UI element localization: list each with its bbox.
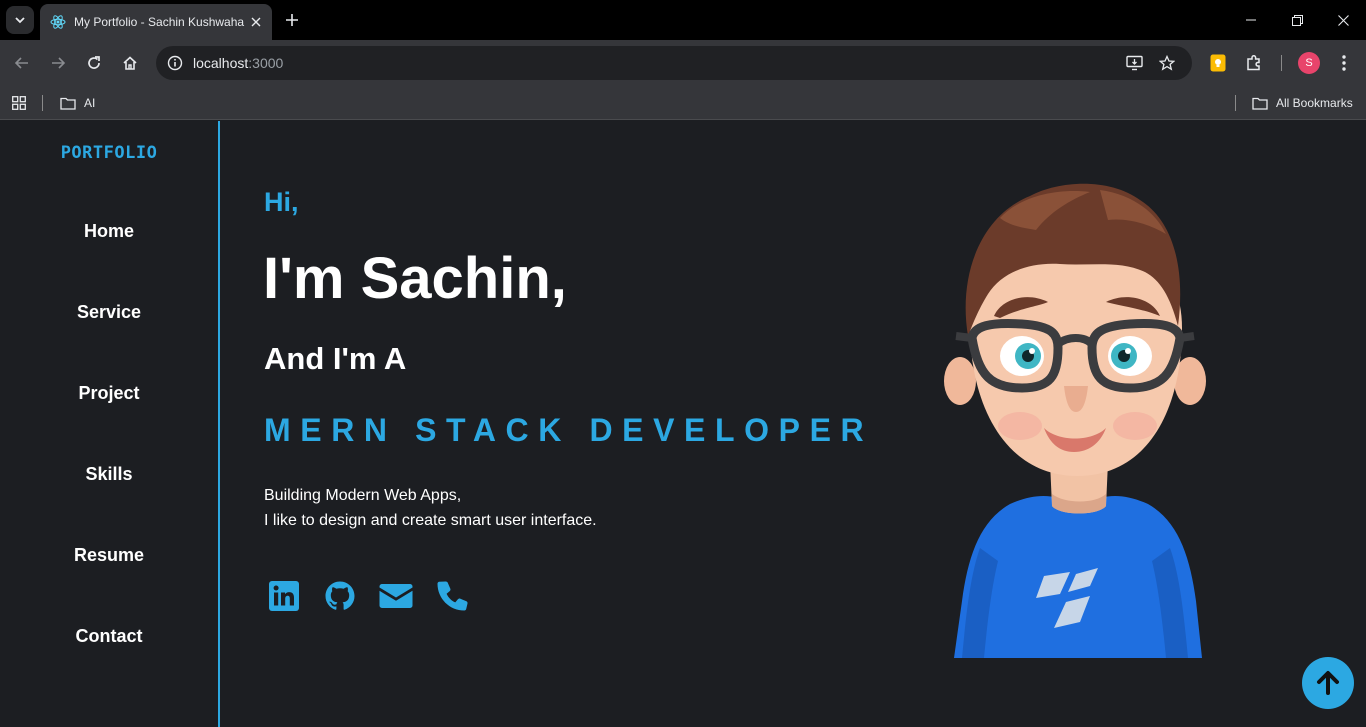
all-bookmarks-button[interactable]: All Bookmarks [1252,92,1353,114]
back-button[interactable] [8,49,36,77]
install-app-button[interactable] [1124,52,1146,74]
more-vertical-icon [1342,55,1346,71]
nav-link-contact[interactable]: Contact [0,626,218,647]
forward-button[interactable] [44,49,72,77]
profile-avatar[interactable]: S [1298,52,1320,74]
developer-avatar-illustration [944,183,1206,658]
bookmarks-separator [1235,95,1236,111]
arrow-up-icon [1317,671,1339,695]
site-logo[interactable]: PORTFOLIO [0,143,218,163]
tab-close-button[interactable] [248,14,264,30]
url-host: localhost [193,55,249,71]
react-favicon-icon [50,15,66,29]
home-button[interactable] [116,49,144,77]
linkedin-icon [269,581,299,611]
bookmarks-bar: AI All Bookmarks [0,86,1366,120]
url-port: :3000 [248,55,284,71]
folder-icon [60,97,76,110]
toolbar-separator [1281,55,1282,71]
nav-link-resume[interactable]: Resume [0,545,218,566]
minimize-icon [1246,19,1256,21]
extensions-button[interactable] [1242,51,1266,75]
hero-description-line: I like to design and create smart user i… [264,512,597,529]
arrow-left-icon [14,57,28,69]
bookmarks-separator [42,95,43,111]
bookmark-folder-ai[interactable]: AI [60,92,95,114]
browser-tab-bar: My Portfolio - Sachin Kushwaha [0,0,1366,40]
portfolio-page: PORTFOLIO Home Service Project Skills Re… [0,121,1366,727]
address-bar[interactable]: localhost:3000 [156,46,1192,80]
keep-notes-icon [1210,54,1226,72]
folder-icon [1252,97,1268,110]
close-icon [1337,14,1349,26]
minimize-button[interactable] [1228,0,1274,40]
bookmark-folder-label: AI [84,96,96,110]
browser-tab-active[interactable]: My Portfolio - Sachin Kushwaha [40,4,272,40]
nav-link-home[interactable]: Home [0,221,218,242]
all-bookmarks-label: All Bookmarks [1276,96,1353,110]
close-window-button[interactable] [1320,0,1366,40]
hero-subhead: And I'm A [264,341,407,376]
github-icon [325,581,355,610]
hero-greeting: Hi, [264,187,299,217]
restore-button[interactable] [1274,0,1320,40]
nav-link-service[interactable]: Service [0,302,218,323]
install-app-icon [1126,55,1143,71]
phone-link[interactable] [432,576,472,616]
chevron-down-icon [15,17,25,24]
reload-icon [88,56,100,69]
email-link[interactable] [376,576,416,616]
scroll-to-top-button[interactable] [1302,657,1354,709]
phone-icon [437,581,468,611]
browser-toolbar: localhost:3000 S [0,40,1366,86]
site-info-button[interactable] [164,52,186,74]
envelope-icon [379,584,413,608]
tab-search-button[interactable] [6,6,34,34]
social-links [264,576,488,616]
star-icon [1159,55,1175,71]
apps-button[interactable] [12,92,34,114]
bookmark-star-button[interactable] [1156,52,1178,74]
browser-menu-button[interactable] [1332,51,1356,75]
nav-link-project[interactable]: Project [0,383,218,404]
keep-extension-button[interactable] [1206,51,1230,75]
info-icon [167,55,183,71]
new-tab-button[interactable] [280,8,304,32]
close-icon [251,17,261,27]
plus-icon [286,14,298,26]
restore-icon [1291,14,1303,26]
home-icon [123,56,137,70]
hero-description-line: Building Modern Web Apps, [264,487,462,504]
hero-headline: I'm Sachin, [263,246,567,311]
hero-description: Building Modern Web Apps, I like to desi… [264,483,597,533]
hero-role: MERN STACK DEVELOPER [264,412,874,448]
puzzle-icon [1247,54,1260,71]
url-text: localhost:3000 [193,55,283,71]
tab-title: My Portfolio - Sachin Kushwaha [74,15,245,29]
github-link[interactable] [320,576,360,616]
apps-grid-icon [12,96,26,110]
reload-button[interactable] [80,49,108,77]
sidebar-nav: PORTFOLIO Home Service Project Skills Re… [0,121,220,727]
arrow-right-icon [52,57,66,69]
nav-link-skills[interactable]: Skills [0,464,218,485]
linkedin-link[interactable] [264,576,304,616]
